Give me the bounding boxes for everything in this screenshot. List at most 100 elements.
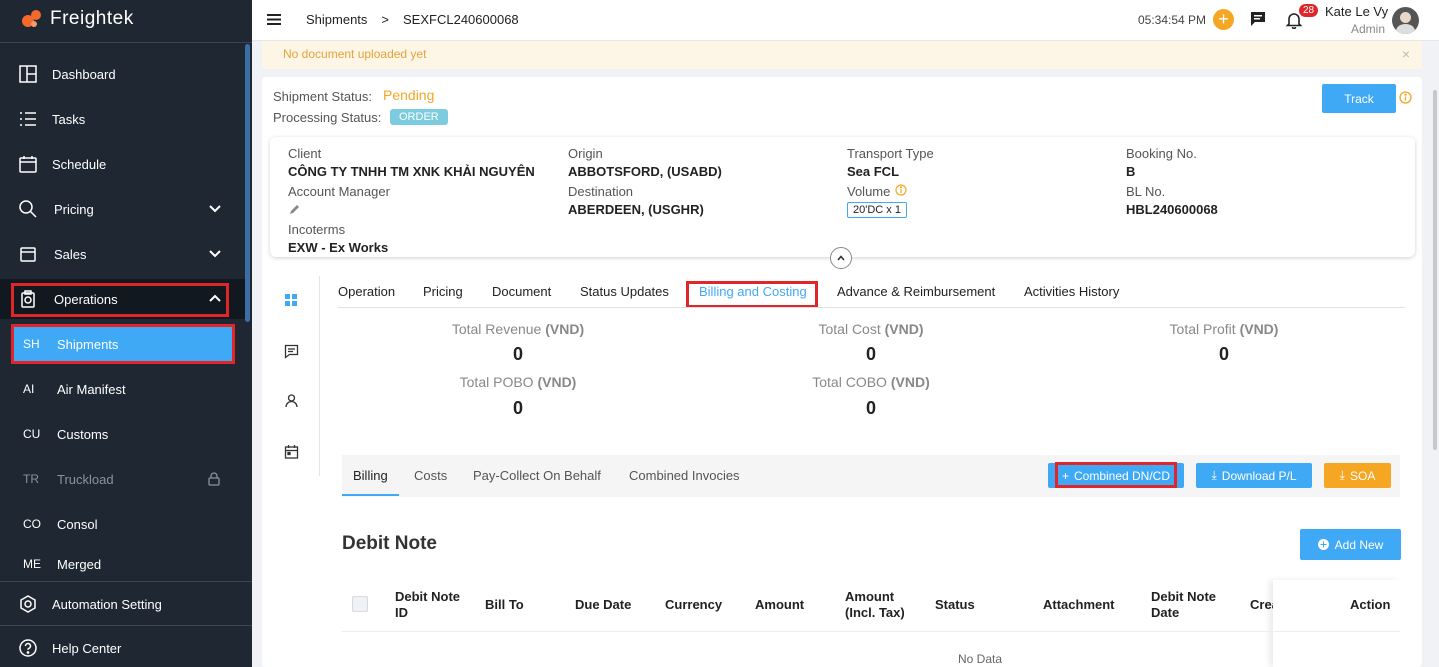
download-pl-button[interactable]: ⤓ Download P/L bbox=[1196, 463, 1312, 488]
volume-label: Volume bbox=[847, 184, 891, 199]
sidebar-item-dashboard[interactable]: Dashboard bbox=[0, 54, 245, 94]
divider bbox=[0, 581, 252, 582]
processing-status-label: Processing Status: bbox=[273, 110, 382, 125]
tab-status-updates[interactable]: Status Updates bbox=[580, 284, 669, 299]
clock: 05:34:54 PM bbox=[1138, 13, 1207, 27]
sidebar-item-label: Pricing bbox=[54, 201, 94, 217]
plus-circle-icon bbox=[1317, 539, 1329, 550]
lock-icon bbox=[208, 472, 220, 486]
sidebar-item-tasks[interactable]: Tasks bbox=[0, 99, 245, 139]
sidebar-item-pricing[interactable]: Pricing bbox=[0, 189, 245, 229]
comment-icon[interactable] bbox=[284, 344, 299, 359]
chevron-down-icon bbox=[209, 205, 221, 213]
user-icon[interactable] bbox=[284, 393, 299, 408]
total-cobo-label: Total COBO (VND) bbox=[812, 374, 930, 390]
top-bar: Shipments > SEXFCL240600068 05:34:54 PM … bbox=[252, 0, 1439, 41]
add-new-button[interactable]: Add New bbox=[1300, 529, 1401, 560]
pricing-icon bbox=[18, 199, 38, 219]
notice-text: No document uploaded yet bbox=[283, 47, 427, 61]
download-icon: ⤓ bbox=[1339, 468, 1345, 482]
sales-icon bbox=[18, 244, 38, 264]
tabs-divider bbox=[338, 307, 1405, 308]
volume-tag: 20'DC x 1 bbox=[847, 202, 907, 218]
column-action: Action bbox=[1350, 597, 1391, 612]
select-all-checkbox[interactable] bbox=[352, 596, 368, 612]
total-cobo-value: 0 bbox=[865, 398, 876, 418]
gear-icon bbox=[18, 594, 38, 614]
destination-value: ABERDEEN, (USGHR) bbox=[568, 202, 704, 217]
sidebar-item-label: Operations bbox=[54, 291, 118, 307]
tasks-icon bbox=[18, 109, 38, 129]
sidebar: Freightek Dashboard Tasks Schedule Prici… bbox=[0, 0, 252, 667]
sidebar-item-label: Dashboard bbox=[52, 66, 116, 82]
origin-label: Origin bbox=[568, 146, 603, 161]
column-debit-note-id: Debit Note ID bbox=[395, 589, 460, 620]
sidebar-scrollbar[interactable] bbox=[245, 44, 250, 322]
logo-icon bbox=[22, 10, 41, 27]
info-icon[interactable] bbox=[895, 184, 907, 196]
close-icon[interactable]: × bbox=[1402, 46, 1410, 62]
info-icon[interactable] bbox=[1399, 91, 1412, 104]
page-scrollbar[interactable] bbox=[1433, 90, 1437, 450]
bl-value: HBL240600068 bbox=[1126, 202, 1218, 217]
avatar[interactable] bbox=[1392, 7, 1419, 34]
notice-banner: No document uploaded yet × bbox=[262, 41, 1422, 69]
sidebar-item-label: Automation Setting bbox=[52, 596, 162, 612]
booking-value: B bbox=[1126, 164, 1136, 179]
tab-document[interactable]: Document bbox=[492, 284, 551, 299]
combined-dn-cd-button[interactable]: + Combined DN/CD bbox=[1048, 463, 1184, 488]
tab-operation[interactable]: Operation bbox=[338, 284, 395, 299]
calendar-icon[interactable] bbox=[284, 444, 299, 459]
track-button[interactable]: Track bbox=[1322, 84, 1396, 113]
grid-icon[interactable] bbox=[284, 293, 298, 307]
subtab-combined-invoices[interactable]: Combined Invocies bbox=[629, 468, 740, 483]
column-amount: Amount bbox=[755, 597, 805, 612]
soa-button[interactable]: ⤓ SOA bbox=[1324, 463, 1391, 488]
sidebar-item-air-manifest[interactable]: AI Air Manifest bbox=[0, 369, 245, 409]
divider bbox=[0, 42, 252, 43]
sidebar-item-label: Sales bbox=[54, 246, 87, 262]
tab-billing-and-costing[interactable]: Billing and Costing bbox=[699, 284, 807, 299]
help-icon bbox=[18, 638, 38, 658]
sidebar-item-automation-setting[interactable]: Automation Setting bbox=[0, 584, 245, 624]
subtab-costs[interactable]: Costs bbox=[414, 468, 447, 483]
tab-activities-history[interactable]: Activities History bbox=[1024, 284, 1119, 299]
total-profit-value: 0 bbox=[1218, 344, 1229, 364]
sidebar-item-shipments[interactable]: SH Shipments bbox=[13, 326, 232, 362]
sidebar-item-consol[interactable]: CO Consol bbox=[0, 504, 245, 544]
sidebar-item-abbr: AI bbox=[23, 382, 35, 396]
subtab-pay-collect-on-behalf[interactable]: Pay-Collect On Behalf bbox=[473, 468, 601, 483]
column-amount-incl-tax: Amount (Incl. Tax) bbox=[845, 589, 905, 620]
menu-icon[interactable] bbox=[267, 13, 281, 26]
sidebar-item-operations[interactable]: Operations bbox=[0, 279, 245, 319]
table-header-divider bbox=[342, 631, 1400, 632]
subtab-billing[interactable]: Billing bbox=[353, 468, 388, 483]
pencil-icon[interactable] bbox=[289, 204, 300, 215]
sidebar-item-label: Shipments bbox=[57, 336, 119, 352]
sidebar-item-label: Tasks bbox=[52, 111, 86, 127]
transport-type-value: Sea FCL bbox=[847, 164, 900, 179]
chevron-up-icon bbox=[209, 294, 221, 302]
sidebar-item-truckload[interactable]: TR Truckload bbox=[0, 459, 245, 499]
add-button[interactable]: + bbox=[1213, 9, 1234, 30]
tab-pricing[interactable]: Pricing bbox=[423, 284, 463, 299]
collapse-button[interactable] bbox=[830, 247, 852, 269]
plus-icon: + bbox=[1061, 468, 1069, 483]
sidebar-item-sales[interactable]: Sales bbox=[0, 234, 245, 274]
sidebar-item-help-center[interactable]: Help Center bbox=[0, 628, 245, 667]
bl-label: BL No. bbox=[1126, 184, 1166, 199]
sidebar-item-abbr: CO bbox=[23, 517, 41, 531]
sidebar-item-customs[interactable]: CU Customs bbox=[0, 414, 245, 454]
shipment-info-box bbox=[270, 137, 1415, 257]
chat-icon[interactable] bbox=[1249, 10, 1267, 28]
sidebar-item-label: Schedule bbox=[52, 156, 107, 172]
sidebar-item-label: Consol bbox=[57, 516, 98, 532]
breadcrumb-shipments[interactable]: Shipments bbox=[306, 12, 367, 27]
active-subtab-underline bbox=[342, 494, 399, 496]
incoterms-value: EXW - Ex Works bbox=[288, 240, 389, 255]
sidebar-item-schedule[interactable]: Schedule bbox=[0, 144, 245, 184]
sidebar-item-merged[interactable]: ME Merged bbox=[0, 549, 245, 579]
client-label: Client bbox=[288, 146, 322, 161]
tab-advance-reimbursement[interactable]: Advance & Reimbursement bbox=[837, 284, 995, 299]
logo[interactable]: Freightek bbox=[20, 7, 134, 31]
